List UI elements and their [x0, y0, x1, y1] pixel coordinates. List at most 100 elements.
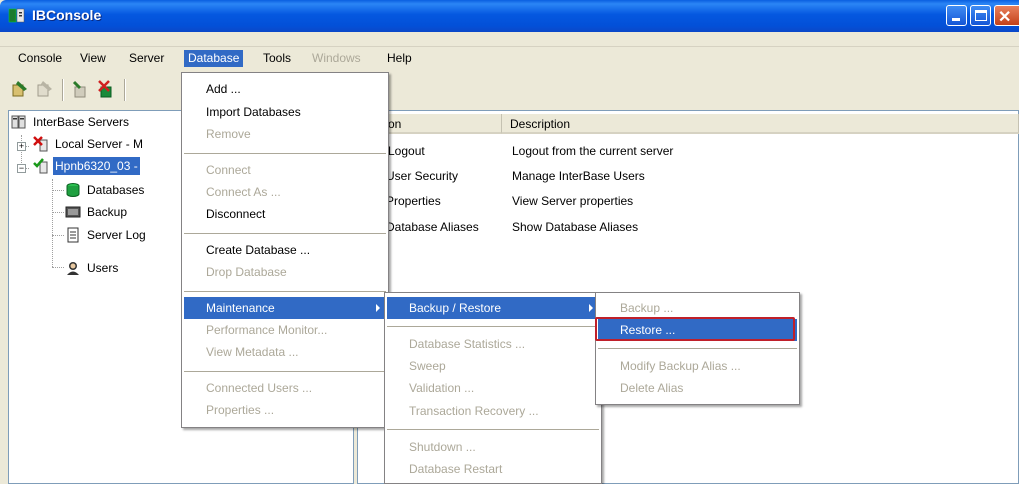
list-row-action: Database Aliases — [386, 220, 479, 234]
list-row-description: View Server properties — [512, 194, 634, 208]
menu-item-create-database[interactable]: Create Database ... — [184, 239, 386, 261]
tree-guide — [52, 179, 53, 267]
menu-item-sweep[interactable]: Sweep — [387, 355, 599, 377]
tree-node-databases[interactable]: Databases — [65, 181, 185, 199]
tree-node-local-server[interactable]: Local Server - M — [33, 135, 183, 153]
menu-item-delete-alias[interactable]: Delete Alias — [598, 377, 797, 399]
minimize-icon — [952, 18, 960, 21]
menu-separator — [184, 291, 386, 292]
maintenance-submenu: Backup / Restore Database Statistics ...… — [384, 292, 602, 484]
menu-windows[interactable]: Windows — [308, 50, 365, 67]
server-login-icon[interactable] — [10, 79, 30, 99]
tree-label: Server Log — [87, 228, 146, 242]
column-header-label: Description — [510, 117, 571, 131]
tree-guide — [52, 190, 64, 191]
menu-separator — [184, 153, 386, 154]
menu-server[interactable]: Server — [125, 50, 168, 67]
menu-help[interactable]: Help — [383, 50, 416, 67]
menu-item-connect-as[interactable]: Connect As ... — [184, 181, 386, 203]
menu-item-connect[interactable]: Connect — [184, 159, 386, 181]
menu-item-transaction-recovery[interactable]: Transaction Recovery ... — [387, 400, 599, 422]
menu-item-disconnect[interactable]: Disconnect — [184, 203, 386, 225]
menu-separator — [387, 326, 599, 327]
menu-item-restore[interactable]: Restore ... — [598, 319, 797, 341]
tree-node-users[interactable]: Users — [65, 259, 185, 277]
tree-node-backup[interactable]: Backup — [65, 203, 185, 221]
tree-label: Local Server - M — [55, 137, 144, 151]
backup-icon — [65, 206, 81, 218]
tree-node-interbase-servers[interactable]: InterBase Servers — [11, 113, 181, 131]
list-row-action: Logout — [388, 144, 425, 158]
menu-item-properties[interactable]: Properties ... — [184, 399, 386, 421]
tree-guide — [52, 267, 64, 268]
maximize-button[interactable] — [970, 5, 991, 26]
tree-label: InterBase Servers — [33, 115, 130, 129]
left-edge — [0, 106, 8, 484]
list-row[interactable]: Database Aliases — [386, 217, 479, 237]
tree-node-server-hpnb6320[interactable]: Hpnb6320_03 - — [33, 157, 183, 175]
backup-restore-submenu: Backup ... Restore ... Modify Backup Ali… — [595, 292, 800, 405]
database-connect-icon[interactable] — [70, 79, 90, 99]
tree-label: Databases — [87, 183, 145, 197]
toolbar-separator — [62, 79, 64, 101]
menu-item-backup[interactable]: Backup ... — [598, 297, 797, 319]
maximize-icon — [975, 10, 987, 21]
menu-separator — [184, 371, 386, 372]
title-bar[interactable]: IBConsole ✕ — [0, 0, 1019, 32]
menu-item-database-statistics[interactable]: Database Statistics ... — [387, 333, 599, 355]
collapse-server-icon[interactable]: − — [17, 164, 26, 173]
tree-label: Backup — [87, 205, 128, 219]
menu-item-backup-restore[interactable]: Backup / Restore — [387, 297, 599, 319]
server-logout-icon[interactable] — [35, 79, 55, 99]
list-row-action: Properties — [386, 194, 441, 208]
menu-item-connected-users[interactable]: Connected Users ... — [184, 377, 386, 399]
menu-item-label: Backup / Restore — [409, 301, 502, 315]
menu-item-remove[interactable]: Remove — [184, 123, 386, 145]
menu-tools[interactable]: Tools — [259, 50, 295, 67]
list-row-action: User Security — [386, 169, 459, 183]
window-title: IBConsole — [32, 7, 102, 23]
ibconsole-window: IBConsole ✕ Console View Server Database… — [0, 0, 1019, 484]
column-header-description[interactable]: Description — [502, 114, 1019, 134]
expand-local-server-icon[interactable]: + — [17, 142, 26, 151]
toolbar-separator — [124, 79, 126, 101]
server-log-icon — [67, 227, 79, 243]
servers-icon — [11, 115, 26, 129]
menu-view[interactable]: View — [76, 50, 110, 67]
close-button[interactable]: ✕ — [994, 5, 1019, 26]
list-row-description: Logout from the current server — [512, 144, 674, 158]
menu-item-drop-database[interactable]: Drop Database — [184, 261, 386, 283]
list-row[interactable]: Properties — [386, 191, 441, 211]
users-icon — [67, 262, 79, 275]
menu-item-label: Maintenance — [206, 301, 275, 315]
menu-item-modify-backup-alias[interactable]: Modify Backup Alias ... — [598, 355, 797, 377]
list-row-description: Manage InterBase Users — [512, 169, 645, 183]
tree-guide — [52, 212, 64, 213]
menu-bar: Console View Server Database Tools Windo… — [0, 47, 1019, 69]
minimize-button[interactable] — [946, 5, 967, 26]
database-disconnect-icon[interactable] — [96, 79, 116, 99]
server-connected-icon — [33, 158, 48, 174]
menu-item-database-restart[interactable]: Database Restart — [387, 458, 599, 480]
submenu-arrow-icon — [376, 304, 380, 312]
close-icon: ✕ — [998, 9, 1012, 26]
list-row[interactable]: Logout — [388, 141, 425, 161]
menu-item-maintenance[interactable]: Maintenance — [184, 297, 386, 319]
tree-label: Hpnb6320_03 - — [53, 157, 140, 175]
databases-icon — [66, 183, 80, 197]
menu-item-add[interactable]: Add ... — [184, 78, 386, 100]
menu-item-validation[interactable]: Validation ... — [387, 377, 599, 399]
menu-item-view-metadata[interactable]: View Metadata ... — [184, 341, 386, 363]
menu-separator — [184, 233, 386, 234]
menu-console[interactable]: Console — [14, 50, 66, 67]
submenu-arrow-icon — [589, 304, 593, 312]
menu-database[interactable]: Database — [184, 50, 244, 67]
menu-item-import-databases[interactable]: Import Databases — [184, 101, 386, 123]
tree-node-server-log[interactable]: Server Log — [65, 226, 185, 244]
menu-item-shutdown[interactable]: Shutdown ... — [387, 436, 599, 458]
menu-separator — [598, 348, 797, 349]
list-row[interactable]: User Security — [386, 166, 458, 186]
database-menu: Add ... Import Databases Remove Connect … — [181, 72, 389, 428]
menu-item-performance-monitor[interactable]: Performance Monitor... — [184, 319, 386, 341]
tree-guide — [52, 235, 64, 236]
